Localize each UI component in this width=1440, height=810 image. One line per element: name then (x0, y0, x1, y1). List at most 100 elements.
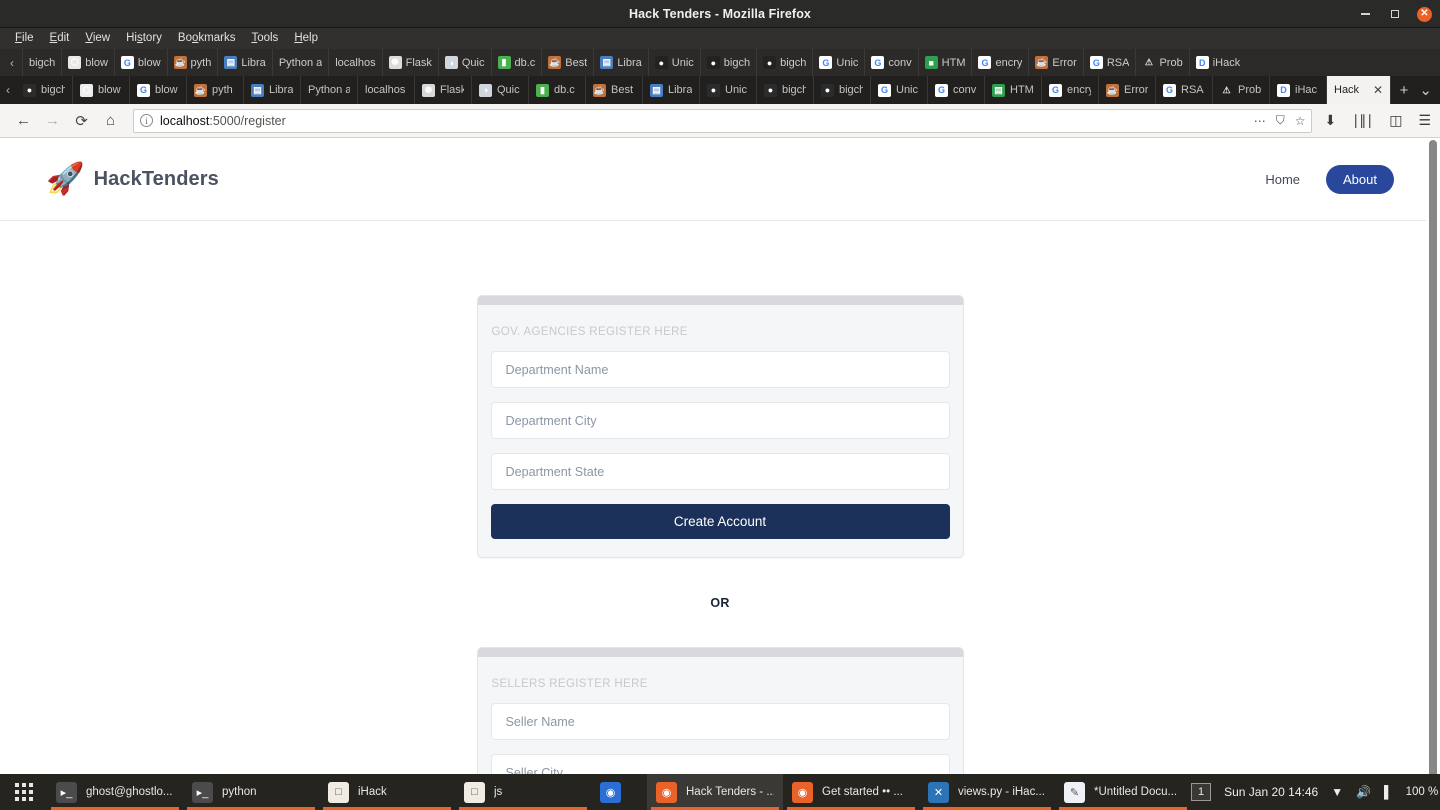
bookmark-item[interactable]: ■ HTM (917, 49, 972, 76)
workspace-indicator[interactable]: 1 (1191, 783, 1212, 801)
tab[interactable]: Gencry (1042, 76, 1099, 104)
sidebar-icon[interactable]: ◫ (1389, 112, 1402, 129)
tab[interactable]: DiHac (1270, 76, 1327, 104)
page-actions-icon[interactable]: ⋯ (1254, 114, 1266, 128)
bookmark-item[interactable]: ● bigch (756, 49, 812, 76)
taskbar-item[interactable]: □ iHack (319, 774, 455, 810)
bookmark-item[interactable]: ● bigch (699, 49, 756, 76)
taskbar-item[interactable]: ▸_ ghost@ghostlo... (47, 774, 183, 810)
bookmark-item[interactable]: Gconv (864, 49, 917, 76)
tab[interactable]: ☕ Error (1099, 76, 1156, 104)
bookmark-item[interactable]: Gblow (113, 49, 167, 76)
minimize-button[interactable] (1357, 6, 1373, 22)
home-button[interactable]: ⌂ (96, 106, 125, 135)
gov-create-account-button[interactable]: Create Account (490, 504, 950, 539)
tab[interactable]: ◑ Quic (472, 76, 529, 104)
app-menu-icon[interactable]: ☰ (1418, 112, 1431, 129)
maximize-button[interactable] (1387, 6, 1403, 22)
bookmark-item[interactable]: ☕ Best (541, 49, 593, 76)
menu-item-bookmarks[interactable]: Bookmarks (170, 28, 244, 49)
nav-link-home[interactable]: Home (1265, 172, 1300, 187)
tab[interactable]: ● bigch (814, 76, 871, 104)
menu-item-view[interactable]: View (77, 28, 118, 49)
close-button[interactable]: ✕ (1417, 6, 1432, 22)
downloads-icon[interactable]: ⬇ (1324, 112, 1336, 129)
tab[interactable]: Gconv (928, 76, 985, 104)
taskbar-item[interactable]: ◉ Get started •• ... (783, 774, 919, 810)
tab[interactable]: ☕ pyth (187, 76, 244, 104)
tab[interactable]: ▮ db.c (529, 76, 586, 104)
list-all-tabs-icon[interactable]: ⌄ (1419, 81, 1432, 99)
bookmark-item[interactable]: ⚠ Prob (1135, 49, 1188, 76)
shield-icon[interactable]: ⛉ (1276, 113, 1285, 128)
bookmark-item[interactable]: G Unic (812, 49, 864, 76)
tab[interactable]: localhos (358, 76, 415, 104)
site-info-icon[interactable]: i (140, 114, 153, 127)
bookmark-item[interactable]: ▤ Libra (593, 49, 647, 76)
bookmark-item[interactable]: Python a (271, 49, 328, 76)
tab[interactable]: ● Unic (700, 76, 757, 104)
wifi-icon[interactable]: ▼ (1331, 785, 1343, 799)
tab[interactable]: G Unic (871, 76, 928, 104)
bookmark-item[interactable]: ◑ Quic (437, 49, 491, 76)
bookmark-item[interactable]: ☕ Error (1028, 49, 1082, 76)
menu-item-help[interactable]: Help (286, 28, 326, 49)
tab[interactable]: G RSA (1156, 76, 1213, 104)
tab-close-icon[interactable]: ✕ (1373, 83, 1383, 97)
department-city-field[interactable]: Department City (490, 402, 950, 439)
tab[interactable]: ☕ Best (586, 76, 643, 104)
page-scrollbar[interactable] (1426, 138, 1440, 810)
bookmark-item[interactable]: ☸ Flask (381, 49, 438, 76)
taskbar-item[interactable]: □ js (455, 774, 591, 810)
page-scrollbar-thumb[interactable] (1429, 140, 1437, 800)
battery-icon[interactable]: ▌ (1384, 785, 1393, 799)
tab[interactable]: Python a (301, 76, 358, 104)
taskbar-item[interactable]: ▸_ python (183, 774, 319, 810)
address-bar[interactable]: i localhost:5000/register ⋯ ⛉ ☆ (133, 108, 1313, 133)
bookmark-item[interactable]: ▮ db.c (490, 49, 542, 76)
back-button[interactable]: ← (9, 106, 38, 135)
menu-item-tools[interactable]: Tools (243, 28, 286, 49)
tab-active[interactable]: Hack ✕ (1327, 76, 1391, 104)
forward-button[interactable]: → (38, 106, 67, 135)
bookmark-item[interactable]: ● Unic (647, 49, 700, 76)
bookmark-item[interactable]: ☕ pyth (166, 49, 218, 76)
bookmark-item[interactable]: bigch (22, 49, 61, 76)
bookmark-item[interactable]: ⬡ blow (61, 49, 114, 76)
tab[interactable]: ▤ HTM (985, 76, 1042, 104)
tab[interactable]: ☸ Flask (415, 76, 472, 104)
tab[interactable]: ● bigch (757, 76, 814, 104)
show-applications-button[interactable] (0, 774, 47, 810)
taskbar-item[interactable]: ✎ *Untitled Docu... (1055, 774, 1191, 810)
new-tab-button[interactable]: + (1400, 82, 1409, 99)
bookmark-item[interactable]: G RSA (1082, 49, 1136, 76)
menu-item-file[interactable]: File (7, 28, 42, 49)
menu-item-history[interactable]: History (118, 28, 170, 49)
seller-name-field[interactable]: Seller Name (490, 703, 950, 740)
tab[interactable]: ● bigch (16, 76, 73, 104)
bookmarks-scroll-left-icon[interactable]: ‹ (2, 49, 22, 76)
bookmark-item[interactable]: localhos (328, 49, 381, 76)
taskbar-item[interactable]: ◉ Hack Tenders - ... (647, 774, 783, 810)
tab[interactable]: ▤ Libra (244, 76, 301, 104)
reload-button[interactable]: ⟳ (67, 106, 96, 135)
tab[interactable]: ⚠ Prob (1213, 76, 1270, 104)
bookmark-star-icon[interactable]: ☆ (1295, 114, 1306, 128)
brand[interactable]: 🚀 HackTenders (46, 163, 219, 195)
department-state-field[interactable]: Department State (490, 453, 950, 490)
bookmark-item[interactable]: Gencry (971, 49, 1028, 76)
tab[interactable]: ⬡ blow (73, 76, 130, 104)
volume-icon[interactable]: 🔊 (1356, 785, 1371, 799)
taskbar-item[interactable]: ◉ (591, 774, 647, 810)
tab-scroll-left-icon[interactable]: ‹ (0, 76, 16, 104)
bookmark-item[interactable]: ▤ Libra (217, 49, 271, 76)
menu-item-edit[interactable]: Edit (42, 28, 78, 49)
clock[interactable]: Sun Jan 20 14:46 (1224, 785, 1318, 799)
nav-button-about[interactable]: About (1326, 164, 1394, 194)
bookmark-item[interactable]: DiHack (1188, 49, 1247, 76)
tab[interactable]: Gblow (130, 76, 187, 104)
library-icon[interactable]: ∣∥∣ (1352, 112, 1373, 129)
tab[interactable]: ▤ Libra (643, 76, 700, 104)
taskbar-item[interactable]: ✕ views.py - iHac... (919, 774, 1055, 810)
department-name-field[interactable]: Department Name (490, 351, 950, 388)
